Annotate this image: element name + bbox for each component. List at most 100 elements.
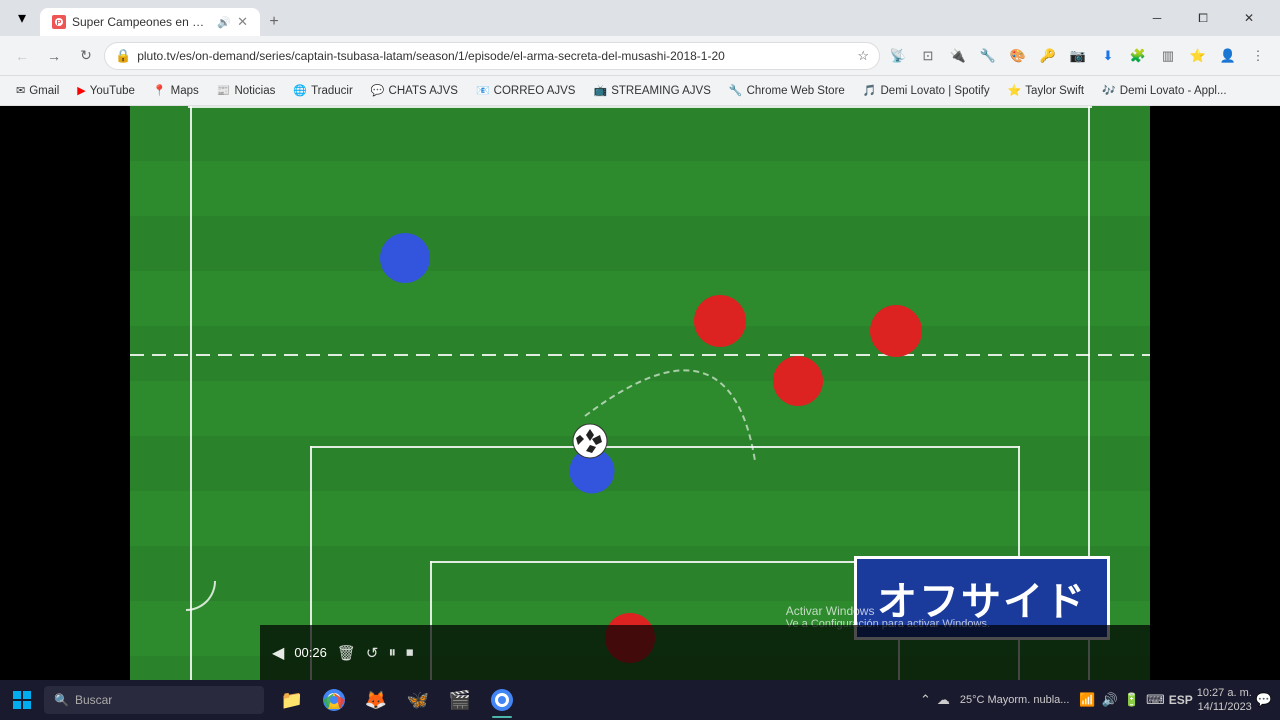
tab-title: Super Campeones en Pluto [72,15,211,29]
rewind-button[interactable]: ◀ [272,643,284,663]
taskbar-explorer[interactable]: 📁 [272,680,312,720]
start-button[interactable] [0,680,44,720]
player-blue-1 [380,233,430,283]
color-picker-icon[interactable]: 🎨 [1004,42,1032,70]
clock-time: 10:27 a. m. [1197,686,1252,700]
maximize-button[interactable]: ⧠ [1180,0,1226,36]
bookmark-youtube[interactable]: ▶ YouTube [69,82,143,99]
taskbar-search[interactable]: 🔍 Buscar [44,686,264,714]
replay-button[interactable]: ↺ [366,644,379,662]
taskbar-firefox[interactable]: 🦊 [356,680,396,720]
tab-dropdown[interactable]: ▾ [8,4,36,32]
system-tray: ⌃ ☁ 25°C Mayorm. nubla... 📶 🔊 🔋 ⌨ [920,692,1165,708]
bookmark-streaming[interactable]: 📺 STREAMING AJVS [585,82,718,99]
notification-icon[interactable]: 💬 [1256,692,1272,708]
bookmark-noticias[interactable]: 📰 Noticias [209,82,284,99]
search-placeholder: Buscar [75,693,112,707]
svg-text:P: P [57,20,62,27]
weather-icon[interactable]: ☁ [937,692,950,708]
address-bar: ← → ↻ 🔒 pluto.tv/es/on-demand/series/cap… [0,36,1280,76]
weather-temp[interactable]: 25°C Mayorm. nubla... [956,694,1074,706]
time-display: 00:26 [294,645,327,660]
extensions-icon-red[interactable]: 🔌 [944,42,972,70]
lock-icon: 🔒 [115,48,131,64]
delete-button[interactable]: 🗑 [337,644,356,662]
bookmark-chats[interactable]: 💬 CHATS AJVS [363,82,466,99]
profile-icon[interactable]: 👤 [1214,42,1242,70]
tab-mute-icon[interactable]: 🔊 [217,16,231,29]
noticias-icon: 📰 [217,84,231,97]
language-indicator[interactable]: ESP [1169,693,1193,707]
offside-text: オフサイド [877,580,1087,624]
bookmark-streaming-label: STREAMING AJVS [611,85,711,97]
gmail-icon: ✉ [16,84,25,97]
clock[interactable]: 10:27 a. m. 14/11/2023 [1197,686,1252,715]
bookmark-demi-apple-label: Demi Lovato - Appl... [1120,85,1227,97]
bookmark-traducir-label: Traducir [311,85,353,97]
spotify-icon: 🎵 [863,84,877,97]
sidebar-icon[interactable]: ▥ [1154,42,1182,70]
network-icon[interactable]: 📶 [1079,692,1095,708]
extensions-puzzle-icon[interactable]: 🧩 [1124,42,1152,70]
traducir-icon: 🌐 [293,84,307,97]
menu-icon[interactable]: ⋮ [1244,42,1272,70]
back-button[interactable]: ← [8,42,36,70]
black-right-bar [1150,106,1280,680]
new-tab-button[interactable]: + [260,8,288,36]
webstore-icon: 🔧 [729,84,743,97]
keyboard-icon[interactable]: ⌨ [1146,692,1165,708]
bookmark-noticias-label: Noticias [234,85,275,97]
screen-capture-icon[interactable]: ⊡ [914,42,942,70]
taskbar-app2[interactable]: 🎬 [440,680,480,720]
bookmark-demi-apple[interactable]: 🎶 Demi Lovato - Appl... [1094,82,1234,99]
url-bar[interactable]: 🔒 pluto.tv/es/on-demand/series/captain-t… [104,42,880,70]
tab-close-button[interactable]: ✕ [237,14,248,30]
taskbar-chrome-active[interactable] [482,680,522,720]
apple-icon: 🎶 [1102,84,1116,97]
taskbar-chrome[interactable] [314,680,354,720]
bookmark-chats-label: CHATS AJVS [389,85,458,97]
save-icon[interactable]: ⭐ [1184,42,1212,70]
chats-icon: 💬 [371,84,385,97]
active-tab[interactable]: P Super Campeones en Pluto 🔊 ✕ [40,8,260,36]
black-left-bar [0,106,130,680]
download-icon[interactable]: ⬇ [1094,42,1122,70]
cast-icon[interactable]: 📡 [884,42,912,70]
tab-bar: P Super Campeones en Pluto 🔊 ✕ + [40,0,1130,36]
refresh-button[interactable]: ↻ [72,42,100,70]
window-controls: ─ ⧠ ✕ [1134,0,1272,36]
temp-value: 25°C [960,694,985,706]
bookmark-gmail[interactable]: ✉ Gmail [8,82,67,99]
screenshot-icon[interactable]: 📷 [1064,42,1092,70]
extensions-icon-orange[interactable]: 🔧 [974,42,1002,70]
bookmark-webstore-label: Chrome Web Store [747,85,845,97]
bookmark-demi-spotify[interactable]: 🎵 Demi Lovato | Spotify [855,82,998,99]
bookmark-webstore[interactable]: 🔧 Chrome Web Store [721,82,853,99]
taskbar-app1[interactable]: 🦋 [398,680,438,720]
taylor-icon: ⭐ [1008,84,1022,97]
clock-date: 14/11/2023 [1197,700,1252,714]
bookmark-star-icon[interactable]: ☆ [857,48,869,64]
bookmark-maps[interactable]: 📍 Maps [145,82,207,99]
bookmark-maps-label: Maps [171,85,199,97]
youtube-icon: ▶ [77,84,85,97]
bookmark-taylor[interactable]: ⭐ Taylor Swift [1000,82,1093,99]
url-text: pluto.tv/es/on-demand/series/captain-tsu… [137,49,851,63]
close-button[interactable]: ✕ [1226,0,1272,36]
pause-button[interactable]: ⏸ [388,644,396,661]
forward-button[interactable]: → [40,42,68,70]
minimize-button[interactable]: ─ [1134,0,1180,36]
stop-button[interactable]: ⏹ [406,644,414,661]
bookmark-traducir[interactable]: 🌐 Traducir [285,82,360,99]
bookmark-correo-label: CORREO AJVS [494,85,576,97]
bookmark-youtube-label: YouTube [90,85,135,97]
password-icon[interactable]: 🔑 [1034,42,1062,70]
player-red-1 [694,295,746,347]
taskbar: 🔍 Buscar 📁 🦊 🦋 [0,680,1280,720]
battery-icon[interactable]: 🔋 [1124,692,1140,708]
bookmark-correo[interactable]: 📧 CORREO AJVS [468,82,584,99]
volume-icon[interactable]: 🔊 [1102,692,1118,708]
content-area[interactable]: オフサイド Activar Windows Ve a Configuración… [0,106,1280,680]
search-icon: 🔍 [54,693,69,707]
tray-up-arrow[interactable]: ⌃ [920,692,931,708]
